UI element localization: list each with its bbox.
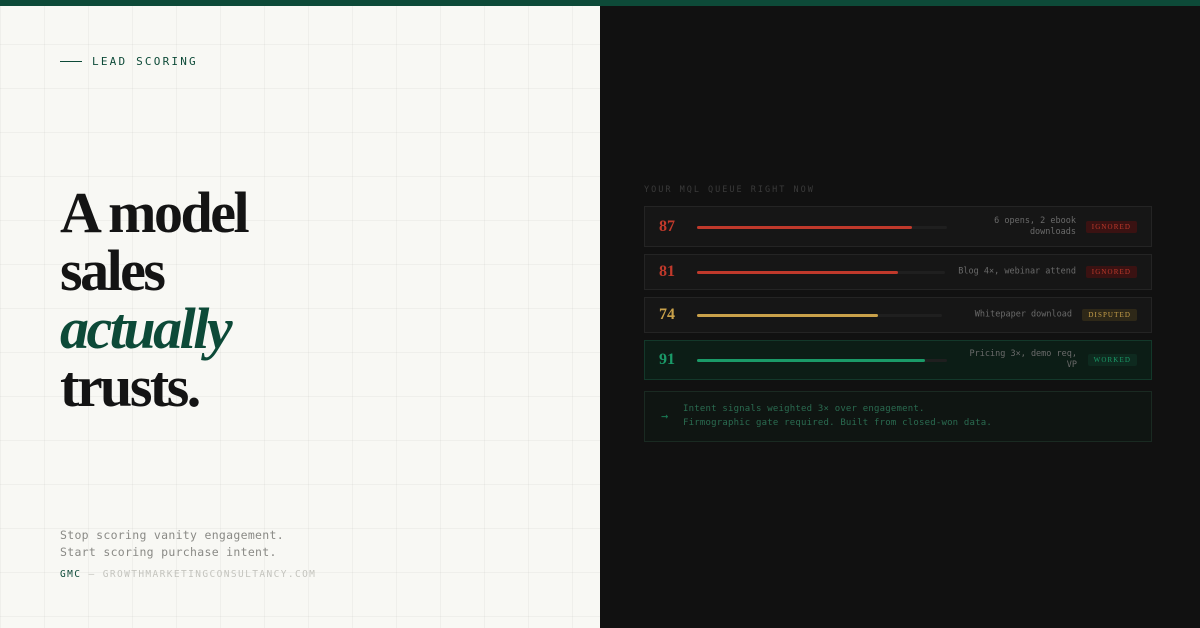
brand-short: GMC: [60, 569, 82, 580]
score-bar-fill: [697, 359, 925, 362]
status-badge: WORKED: [1087, 354, 1137, 366]
queue-title: YOUR MQL QUEUE RIGHT NOW: [644, 185, 815, 195]
eyebrow-label: LEAD SCORING: [92, 55, 198, 68]
score-bar-track: [697, 359, 947, 362]
status-badge: DISPUTED: [1082, 309, 1137, 321]
brand-footer: GMC — GROWTHMARKETINGCONSULTANCY.COM: [60, 569, 316, 580]
status-badge: IGNORED: [1085, 220, 1137, 233]
status-badge: IGNORED: [1085, 266, 1137, 278]
queue-row-4: 91 Pricing 3×, demo req, VP WORKED: [644, 340, 1152, 380]
eyebrow: LEAD SCORING: [60, 55, 198, 68]
row-description: Whitepaper download: [975, 310, 1072, 321]
subtitle-line-1: Stop scoring vanity engagement.: [60, 528, 284, 542]
headline-line-1: A model: [60, 180, 250, 245]
headline-line-2: sales: [60, 238, 166, 303]
note-text: Intent signals weighted 3× over engageme…: [683, 402, 992, 430]
subtitle-line-2: Start scoring purchase intent.: [60, 545, 277, 559]
queue-row-1: 87 6 opens, 2 ebook downloads IGNORED: [644, 206, 1152, 247]
brand-site: GROWTHMARKETINGCONSULTANCY.COM: [102, 569, 317, 580]
score-bar-track: [697, 225, 947, 229]
score-bar-track: [697, 314, 942, 317]
arrow-right-icon: →: [661, 409, 669, 423]
row-description-line-1: Pricing 3×, demo req,: [969, 349, 1077, 359]
row-score: 81: [659, 263, 675, 280]
right-panel: YOUR MQL QUEUE RIGHT NOW 87 6 opens, 2 e…: [600, 6, 1200, 628]
row-description: Blog 4×, webinar attend: [958, 267, 1076, 278]
score-bar-fill: [697, 271, 898, 274]
headline-line-4: trusts.: [60, 354, 201, 419]
subtitle: Stop scoring vanity engagement. Start sc…: [60, 527, 284, 561]
row-description-line-1: 6 opens, 2 ebook: [994, 215, 1076, 226]
left-panel: LEAD SCORING A model sales actually trus…: [0, 6, 600, 628]
row-score: 91: [659, 351, 675, 368]
row-description-line-1: Whitepaper download: [974, 309, 1072, 320]
row-description-line-2: VP: [1066, 360, 1077, 370]
row-description-line-1: Blog 4×, webinar attend: [958, 266, 1076, 277]
score-bar-track: [697, 271, 945, 274]
row-score: 74: [659, 306, 675, 323]
headline-line-3-accent: actually: [60, 296, 233, 361]
row-description-line-2: downloads: [1029, 226, 1076, 237]
headline: A model sales actually trusts.: [60, 180, 250, 419]
queue-row-3: 74 Whitepaper download DISPUTED: [644, 297, 1152, 333]
row-description: 6 opens, 2 ebook downloads: [994, 216, 1076, 238]
queue-row-2: 81 Blog 4×, webinar attend IGNORED: [644, 254, 1152, 290]
score-bar-fill: [697, 314, 879, 317]
row-score: 87: [659, 217, 675, 235]
note-line-1: Intent signals weighted 3× over engageme…: [683, 404, 925, 414]
brand-separator: —: [81, 569, 103, 580]
eyebrow-rule: [60, 61, 82, 62]
note-line-2: Firmographic gate required. Built from c…: [683, 418, 993, 428]
score-bar-fill: [697, 225, 912, 229]
row-description: Pricing 3×, demo req, VP: [970, 349, 1077, 371]
model-note: → Intent signals weighted 3× over engage…: [644, 391, 1152, 442]
